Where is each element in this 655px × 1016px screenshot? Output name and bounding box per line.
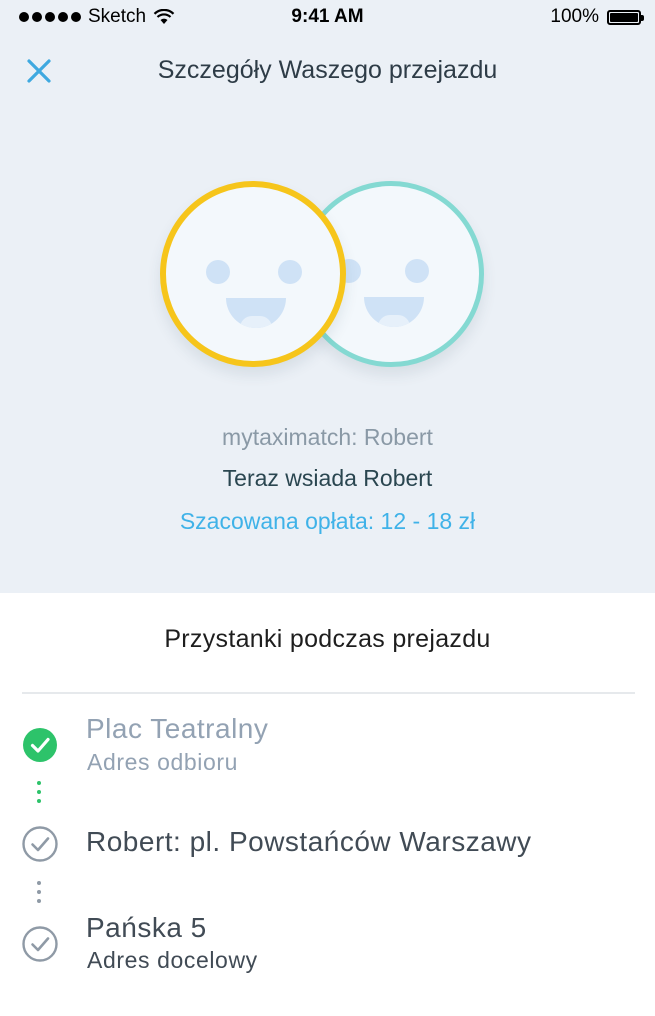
avatar-eye	[278, 260, 302, 284]
battery-percent: 100%	[550, 6, 599, 27]
route-connector	[37, 781, 41, 808]
battery-icon	[607, 9, 644, 25]
status-bar: Sketch 9:41 AM 100%	[0, 0, 655, 36]
route-connector	[37, 881, 41, 908]
divider	[22, 692, 635, 694]
my-avatar	[160, 181, 346, 367]
stop-name-destination: Pańska 5	[86, 912, 207, 943]
stop-subtitle-destination: Adres docelowy	[87, 947, 258, 973]
stops-section-title: Przystanki podczas prejazdu	[164, 625, 491, 653]
stop-name-match: Robert: pl. Powstańców Warszawy	[86, 826, 532, 857]
check-outline-icon	[22, 926, 58, 962]
avatar-mouth	[226, 298, 286, 328]
status-battery-group: 100%	[550, 6, 644, 28]
avatar-eye	[405, 259, 429, 283]
avatar-mouth	[364, 297, 424, 327]
match-avatars	[150, 172, 510, 382]
estimated-fare: Szacowana opłata: 12 - 18 zł	[179, 508, 476, 534]
check-outline-icon	[22, 826, 58, 862]
stop-subtitle-pickup: Adres odbioru	[87, 749, 238, 775]
stop-name-pickup: Plac Teatralny	[86, 713, 269, 744]
check-filled-icon	[23, 728, 57, 762]
avatar-eye	[206, 260, 230, 284]
ride-status: Teraz wsiada Robert	[222, 465, 433, 491]
page-title: Szczegóły Waszego przejazdu	[157, 56, 498, 84]
match-name: mytaximatch: Robert	[222, 424, 433, 450]
